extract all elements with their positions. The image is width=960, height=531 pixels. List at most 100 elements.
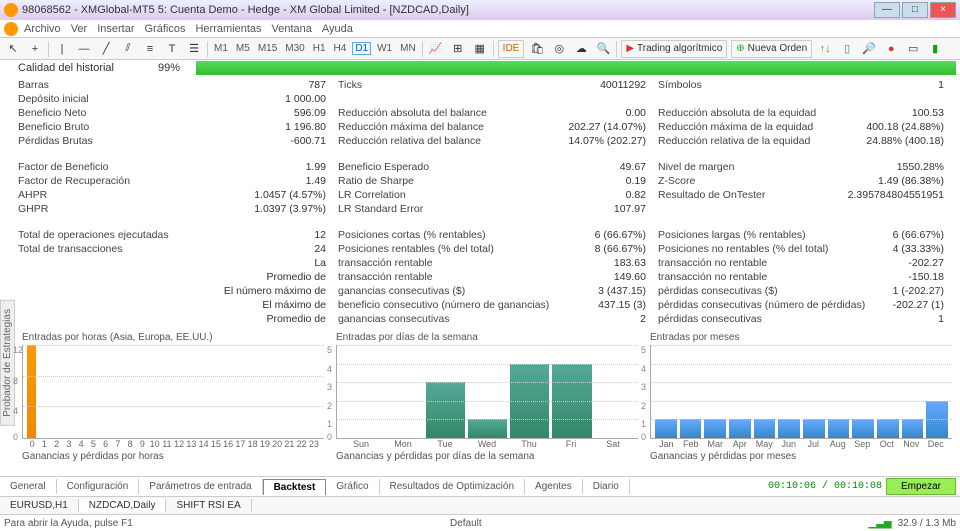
tab-general[interactable]: General: [0, 479, 57, 494]
stat-value: 40011292: [600, 78, 658, 92]
market-watch-icon[interactable]: ▯: [838, 40, 856, 58]
vps-icon[interactable]: ☁: [572, 40, 590, 58]
crosshair-icon[interactable]: +: [26, 40, 44, 58]
stat-value: 183.63: [614, 256, 658, 270]
start-button[interactable]: Empezar: [886, 478, 956, 495]
balance-icon[interactable]: ▭: [904, 40, 922, 58]
stat-label: Factor de Recuperación: [18, 174, 306, 188]
tab-configuracion[interactable]: Configuración: [57, 479, 140, 494]
stat-value: [646, 92, 658, 106]
tf-m15[interactable]: M15: [256, 43, 279, 54]
doc-tab-nzdcad[interactable]: NZDCAD,Daily: [79, 499, 167, 512]
tab-parametros[interactable]: Parámetros de entrada: [139, 479, 262, 494]
stat-label: transacción no rentable: [658, 256, 908, 270]
fib-icon[interactable]: ≡: [141, 40, 159, 58]
stat-label: [658, 202, 944, 216]
chart3-title: Entradas por meses: [650, 332, 952, 343]
algo-trading-button[interactable]: ▶Trading algorítmico: [621, 40, 727, 58]
bar: [828, 419, 850, 438]
bar: [754, 419, 776, 438]
menu-ver[interactable]: Ver: [71, 23, 88, 35]
trend-icon[interactable]: ╱: [97, 40, 115, 58]
bar: [877, 419, 899, 438]
chart3-sub: Ganancias y pérdidas por meses: [650, 451, 952, 462]
stat-value: 202.27 (14.07%): [568, 120, 658, 134]
stat-value: 0.00: [626, 106, 658, 120]
menu-insertar[interactable]: Insertar: [97, 23, 134, 35]
menu-herramientas[interactable]: Herramientas: [195, 23, 261, 35]
doc-tab-ea[interactable]: SHIFT RSI EA: [166, 499, 251, 512]
tf-d1[interactable]: D1: [352, 42, 371, 55]
stat-label: GHPR: [18, 202, 254, 216]
tab-grafico[interactable]: Gráfico: [326, 479, 379, 494]
stat-label: transacción no rentable: [658, 270, 908, 284]
tab-optimizacion[interactable]: Resultados de Optimización: [380, 479, 526, 494]
stat-label: Símbolos: [658, 78, 938, 92]
stat-label: [18, 256, 314, 270]
stat-value: Promedio de: [266, 312, 338, 326]
chart-type-icon[interactable]: 📈: [427, 40, 445, 58]
grid-up-icon[interactable]: ↑↓: [816, 40, 834, 58]
channel-icon[interactable]: ⫽: [119, 40, 137, 58]
stat-value: 49.67: [620, 160, 658, 174]
menu-archivo[interactable]: Archivo: [24, 23, 61, 35]
tf-m5[interactable]: M5: [234, 43, 252, 54]
stat-value: 12: [314, 228, 338, 242]
signals-icon[interactable]: ◎: [550, 40, 568, 58]
status-profile: Default: [450, 518, 482, 529]
search2-icon[interactable]: 🔎: [860, 40, 878, 58]
menu-ayuda[interactable]: Ayuda: [322, 23, 353, 35]
stat-label: pérdidas consecutivas ($): [658, 284, 893, 298]
alert-icon[interactable]: ●: [882, 40, 900, 58]
doc-tab-eurusd[interactable]: EURUSD,H1: [0, 499, 79, 512]
tf-m1[interactable]: M1: [212, 43, 230, 54]
stat-label: Pérdidas Brutas: [18, 134, 290, 148]
cursor-icon[interactable]: ↖: [4, 40, 22, 58]
templates-icon[interactable]: ▦: [471, 40, 489, 58]
chart2-area: 5 4 3 2 1 0: [336, 345, 638, 439]
tester-icon[interactable]: ▮: [926, 40, 944, 58]
bar: [852, 419, 874, 438]
tf-m30[interactable]: M30: [283, 43, 306, 54]
toolbar: ↖ + | — ╱ ⫽ ≡ T ☰ M1 M5 M15 M30 H1 H4 D1…: [0, 38, 960, 60]
market-icon[interactable]: 🛍: [528, 40, 546, 58]
tf-h1[interactable]: H1: [311, 43, 328, 54]
bar: [803, 419, 825, 438]
new-order-button[interactable]: ⊕Nueva Orden: [731, 40, 812, 58]
tf-h4[interactable]: H4: [332, 43, 349, 54]
stat-value: 1.0457 (4.57%): [254, 188, 338, 202]
vline-icon[interactable]: |: [53, 40, 71, 58]
stat-label: [18, 284, 224, 298]
stat-value: [944, 92, 956, 106]
minimize-button[interactable]: —: [874, 2, 900, 18]
tab-diario[interactable]: Diario: [583, 479, 630, 494]
stat-value: 8 (66.67%): [595, 242, 658, 256]
tab-agentes[interactable]: Agentes: [525, 479, 583, 494]
hline-icon[interactable]: —: [75, 40, 93, 58]
stat-label: [18, 270, 266, 284]
ide-button[interactable]: IDE: [498, 40, 525, 58]
stat-label: Ratio de Sharpe: [338, 174, 626, 188]
stat-value: 1.49 (86.38%): [878, 174, 956, 188]
search-icon[interactable]: 🔍: [594, 40, 612, 58]
maximize-button[interactable]: □: [902, 2, 928, 18]
menu-graficos[interactable]: Gráficos: [145, 23, 186, 35]
stat-label: Factor de Beneficio: [18, 160, 306, 174]
menu-ventana[interactable]: Ventana: [272, 23, 312, 35]
stat-label: Posiciones largas (% rentables): [658, 228, 893, 242]
objects-icon[interactable]: ☰: [185, 40, 203, 58]
tf-mn[interactable]: MN: [398, 43, 418, 54]
text-icon[interactable]: T: [163, 40, 181, 58]
stat-value: 1: [938, 312, 956, 326]
stat-value: 400.18 (24.88%): [866, 120, 956, 134]
indicators-icon[interactable]: ⊞: [449, 40, 467, 58]
stat-label: Beneficio Neto: [18, 106, 294, 120]
charts-row: Entradas por horas (Asia, Europa, EE.UU.…: [14, 328, 960, 466]
stat-label: pérdidas consecutivas: [658, 312, 938, 326]
app-menu-icon[interactable]: [4, 22, 18, 36]
stat-label: Z-Score: [658, 174, 878, 188]
close-button[interactable]: ×: [930, 2, 956, 18]
tab-backtest[interactable]: Backtest: [263, 479, 327, 495]
stat-label: Posiciones cortas (% rentables): [338, 228, 595, 242]
tf-w1[interactable]: W1: [375, 43, 394, 54]
